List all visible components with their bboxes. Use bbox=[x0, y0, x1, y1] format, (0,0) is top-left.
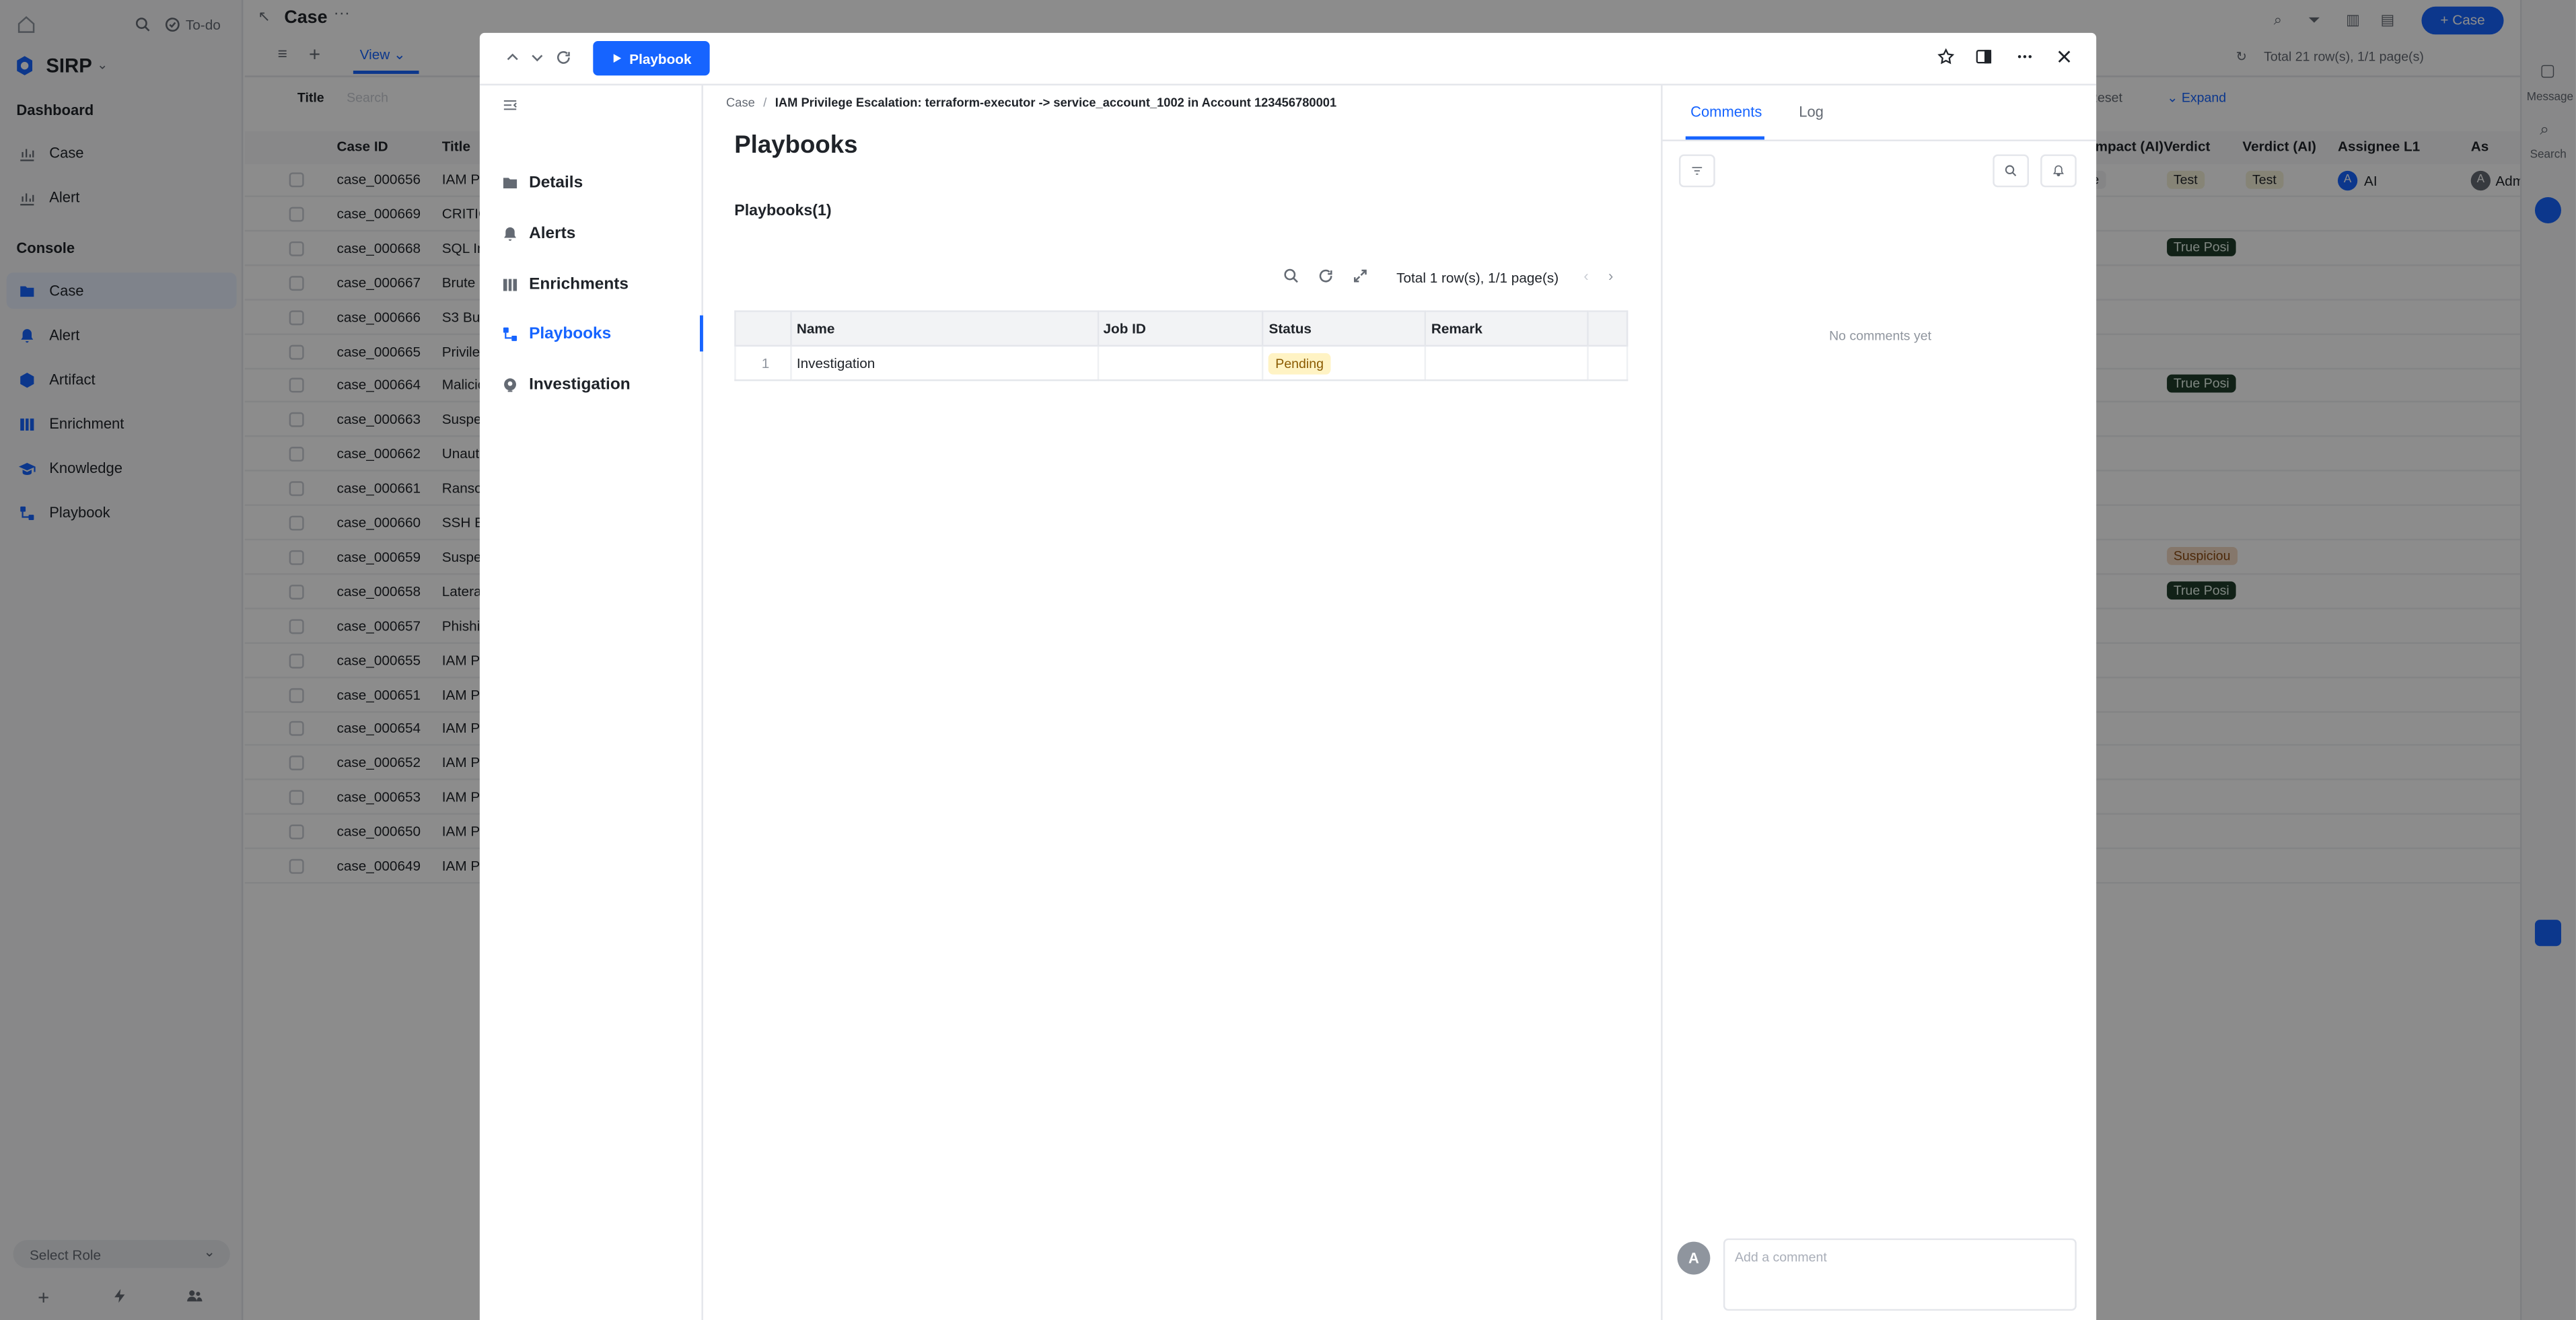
row-index: 1 bbox=[734, 345, 792, 381]
chevron-left-icon[interactable]: ‹ bbox=[1583, 268, 1588, 284]
breadcrumb-root[interactable]: Case bbox=[726, 96, 755, 110]
split-view-icon[interactable] bbox=[1974, 48, 1993, 66]
index-header bbox=[734, 310, 792, 347]
flow-icon bbox=[503, 326, 517, 340]
status-cell: Pending bbox=[1262, 345, 1427, 381]
column-header-job-id[interactable]: Job ID bbox=[1097, 310, 1264, 347]
chevron-up-icon[interactable] bbox=[504, 49, 520, 65]
case-detail-modal: Playbook Details Alerts Enrichments Play… bbox=[479, 32, 2097, 1320]
status-badge: Pending bbox=[1268, 353, 1330, 375]
collapse-menu-icon[interactable] bbox=[501, 97, 520, 113]
job-id bbox=[1097, 345, 1264, 381]
nav-enrichments[interactable]: Enrichments bbox=[480, 266, 703, 302]
search-icon[interactable] bbox=[1993, 154, 2030, 188]
playbook-name[interactable]: Investigation bbox=[791, 345, 1099, 381]
search-icon[interactable] bbox=[1283, 268, 1299, 284]
comments-panel: Comments Log No comments yet A Add a com… bbox=[1661, 85, 2097, 1320]
tab-log[interactable]: Log bbox=[1799, 104, 1824, 120]
nav-alerts[interactable]: Alerts bbox=[480, 215, 703, 252]
chevron-down-icon[interactable] bbox=[529, 49, 545, 65]
folder-icon bbox=[503, 177, 517, 188]
chevron-right-icon[interactable]: › bbox=[1608, 268, 1613, 284]
breadcrumb-separator: / bbox=[763, 95, 767, 110]
run-playbook-label: Playbook bbox=[629, 50, 692, 67]
actions-header bbox=[1587, 310, 1629, 347]
more-icon[interactable] bbox=[2015, 48, 2034, 66]
brain-icon bbox=[504, 377, 516, 392]
close-icon[interactable] bbox=[2055, 48, 2073, 66]
comment-input[interactable]: Add a comment bbox=[1723, 1238, 2077, 1311]
playbooks-table: Name Job ID Status Remark 1 Investigatio… bbox=[734, 310, 1629, 381]
fullscreen-icon[interactable] bbox=[1352, 268, 1368, 284]
page-title: Playbooks bbox=[734, 131, 858, 159]
table-row[interactable]: 1 Investigation Pending bbox=[734, 345, 1629, 381]
nav-alerts-label: Alerts bbox=[529, 224, 576, 243]
nav-details[interactable]: Details bbox=[480, 164, 703, 200]
column-header-status[interactable]: Status bbox=[1262, 310, 1427, 347]
nav-playbooks-label: Playbooks bbox=[529, 324, 612, 343]
row-actions bbox=[1587, 345, 1629, 381]
modal-sidebar: Details Alerts Enrichments Playbooks Inv… bbox=[480, 85, 703, 1320]
avatar: A bbox=[1677, 1241, 1711, 1275]
filter-icon[interactable] bbox=[1679, 154, 1715, 188]
section-title: Playbooks(1) bbox=[734, 202, 832, 221]
comment-input-placeholder: Add a comment bbox=[1735, 1249, 1827, 1265]
nav-details-label: Details bbox=[529, 173, 583, 192]
star-icon[interactable] bbox=[1937, 48, 1955, 66]
breadcrumb-current: IAM Privilege Escalation: terraform-exec… bbox=[775, 95, 1337, 110]
remark bbox=[1425, 345, 1589, 381]
playbooks-panel: Case / IAM Privilege Escalation: terrafo… bbox=[703, 85, 1661, 1320]
refresh-icon[interactable] bbox=[555, 49, 571, 65]
nav-playbooks[interactable]: Playbooks bbox=[480, 315, 703, 352]
play-icon bbox=[613, 54, 622, 63]
columns-icon bbox=[503, 278, 517, 291]
breadcrumb: Case / IAM Privilege Escalation: terrafo… bbox=[726, 96, 1336, 110]
modal-header: Playbook bbox=[479, 33, 2097, 85]
bell-icon[interactable] bbox=[2040, 154, 2077, 188]
table-header-row: Name Job ID Status Remark bbox=[734, 310, 1629, 347]
divider bbox=[1662, 139, 2097, 141]
tab-comments[interactable]: Comments bbox=[1690, 104, 1762, 120]
nav-investigation-label: Investigation bbox=[529, 375, 631, 394]
run-playbook-button[interactable]: Playbook bbox=[593, 41, 710, 76]
column-header-remark[interactable]: Remark bbox=[1425, 310, 1589, 347]
column-header-name[interactable]: Name bbox=[791, 310, 1099, 347]
pagination-total: Total 1 row(s), 1/1 page(s) bbox=[1396, 269, 1559, 286]
refresh-icon[interactable] bbox=[1318, 268, 1334, 284]
nav-enrichments-label: Enrichments bbox=[529, 274, 629, 293]
nav-investigation[interactable]: Investigation bbox=[480, 366, 703, 402]
empty-state: No comments yet bbox=[1829, 328, 1932, 344]
bell-icon bbox=[504, 226, 516, 240]
